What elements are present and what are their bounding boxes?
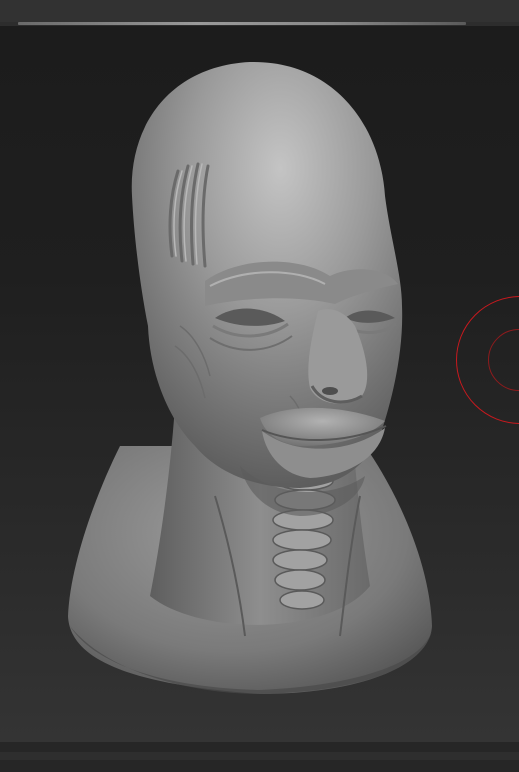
sculpt-model[interactable] [0, 26, 519, 742]
canvas-viewport[interactable] [0, 26, 519, 742]
sculpt-app-window [0, 0, 519, 772]
bottom-scrollbar[interactable] [0, 752, 519, 760]
top-scrollbar[interactable] [18, 22, 466, 25]
top-toolbar [0, 0, 519, 22]
